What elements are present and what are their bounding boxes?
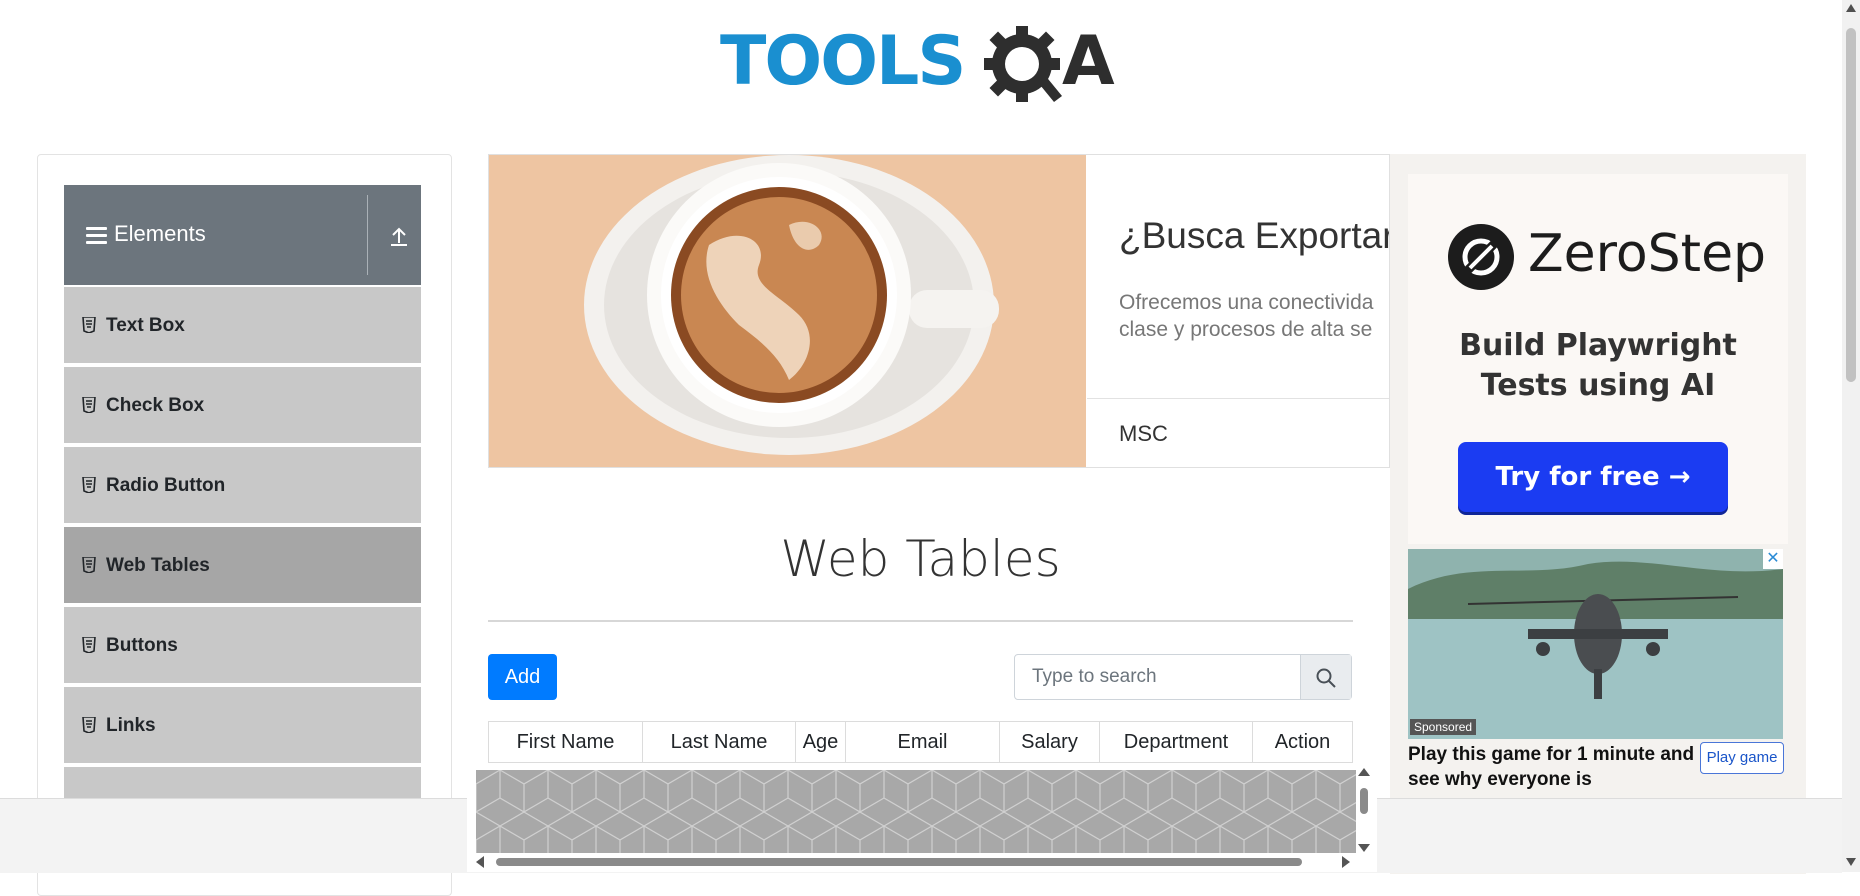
page-title: Web Tables (780, 530, 1061, 588)
sidebar-item-label: Buttons (106, 635, 178, 656)
logo-text-a: A (1062, 22, 1115, 101)
html5-icon (82, 557, 96, 573)
zerostep-headline: Build Playwright Tests using AI (1408, 326, 1788, 406)
coffee-cup-image (489, 155, 1086, 467)
html5-icon (82, 397, 96, 413)
sidebar-item-links[interactable]: Links (64, 687, 421, 765)
bottom-ad-pattern[interactable] (476, 770, 1356, 853)
column-header-salary[interactable]: Salary (1000, 722, 1100, 762)
inner-horizontal-scrollbar[interactable] (476, 856, 1350, 868)
sidebar-group-title: Elements (114, 221, 206, 246)
play-game-button[interactable]: Play game (1700, 742, 1784, 774)
sidebar-item-label: Links (106, 715, 156, 736)
group-header-divider (367, 195, 368, 275)
sidebar-item-radio-button[interactable]: Radio Button (64, 447, 421, 525)
zerostep-ad[interactable]: ZeroStep Build Playwright Tests using AI… (1408, 174, 1788, 544)
search-button[interactable] (1300, 655, 1351, 699)
html5-icon (82, 317, 96, 333)
banner-description-line: Ofrecemos una conectivida (1119, 291, 1374, 314)
sidebar-item-label: Radio Button (106, 475, 226, 496)
sidebar-item-text-box[interactable]: Text Box (64, 287, 421, 365)
zerostep-headline-line: Tests using AI (1480, 368, 1716, 403)
try-for-free-button[interactable]: Try for free → (1458, 442, 1728, 512)
sidebar-item-buttons[interactable]: Buttons (64, 607, 421, 685)
banner-brand: MSC (1119, 421, 1168, 446)
close-icon[interactable]: ✕ (1763, 549, 1783, 569)
column-header-first-name[interactable]: First Name (489, 722, 643, 762)
banner-title: ¿Busca Exportar (1119, 215, 1390, 256)
zerostep-logo-icon (1448, 224, 1514, 290)
sponsored-badge: Sponsored (1410, 719, 1477, 735)
sidebar-item-label: Web Tables (106, 555, 210, 576)
game-ad-text[interactable]: Play this game for 1 minute and see why … (1408, 742, 1698, 792)
logo-text-tools: TOOLS (720, 22, 966, 101)
page-scrollbar[interactable] (1842, 0, 1860, 872)
sidebar-item-label: Check Box (106, 395, 205, 416)
page-scrollbar-thumb[interactable] (1846, 28, 1856, 382)
zerostep-brand-name: ZeroStep (1528, 224, 1767, 284)
table-header: First Name Last Name Age Email Salary De… (488, 721, 1353, 763)
banner-ad[interactable]: ¿Busca Exportar Ofrecemos una conectivid… (488, 154, 1390, 468)
side-ad[interactable]: ZeroStep Build Playwright Tests using AI… (1390, 154, 1806, 874)
add-button[interactable]: Add (488, 654, 557, 700)
html5-icon (82, 717, 96, 733)
html5-icon (82, 477, 96, 493)
sidebar-group-elements[interactable]: Elements (64, 185, 421, 285)
banner-description-line: clase y procesos de alta se (1119, 318, 1373, 341)
zerostep-headline-line: Build Playwright (1459, 328, 1737, 363)
html5-icon (82, 637, 96, 653)
column-header-action[interactable]: Action (1253, 722, 1352, 762)
title-divider (488, 620, 1353, 622)
column-header-department[interactable]: Department (1100, 722, 1253, 762)
hamburger-icon (86, 227, 107, 245)
search-icon (1316, 668, 1336, 688)
column-header-email[interactable]: Email (846, 722, 1000, 762)
column-header-age[interactable]: Age (796, 722, 846, 762)
toolsqa-logo[interactable]: TOOLS A (720, 18, 1125, 116)
gear-magnifier-icon (984, 26, 1062, 102)
column-header-last-name[interactable]: Last Name (643, 722, 796, 762)
collapse-arrow-icon[interactable] (388, 223, 410, 249)
banner-description: Ofrecemos una conectivida clase y proces… (1119, 289, 1389, 343)
banner-divider (1087, 398, 1389, 399)
inner-vertical-scrollbar[interactable] (1358, 768, 1370, 854)
sidebar-item-label: Text Box (106, 315, 185, 336)
helicopter-game-image[interactable]: ✕ Sponsored (1408, 549, 1783, 739)
sidebar-item-check-box[interactable]: Check Box (64, 367, 421, 445)
search-input[interactable] (1016, 656, 1296, 698)
sidebar-item-web-tables[interactable]: Web Tables (64, 527, 421, 605)
search-box (1014, 654, 1352, 700)
